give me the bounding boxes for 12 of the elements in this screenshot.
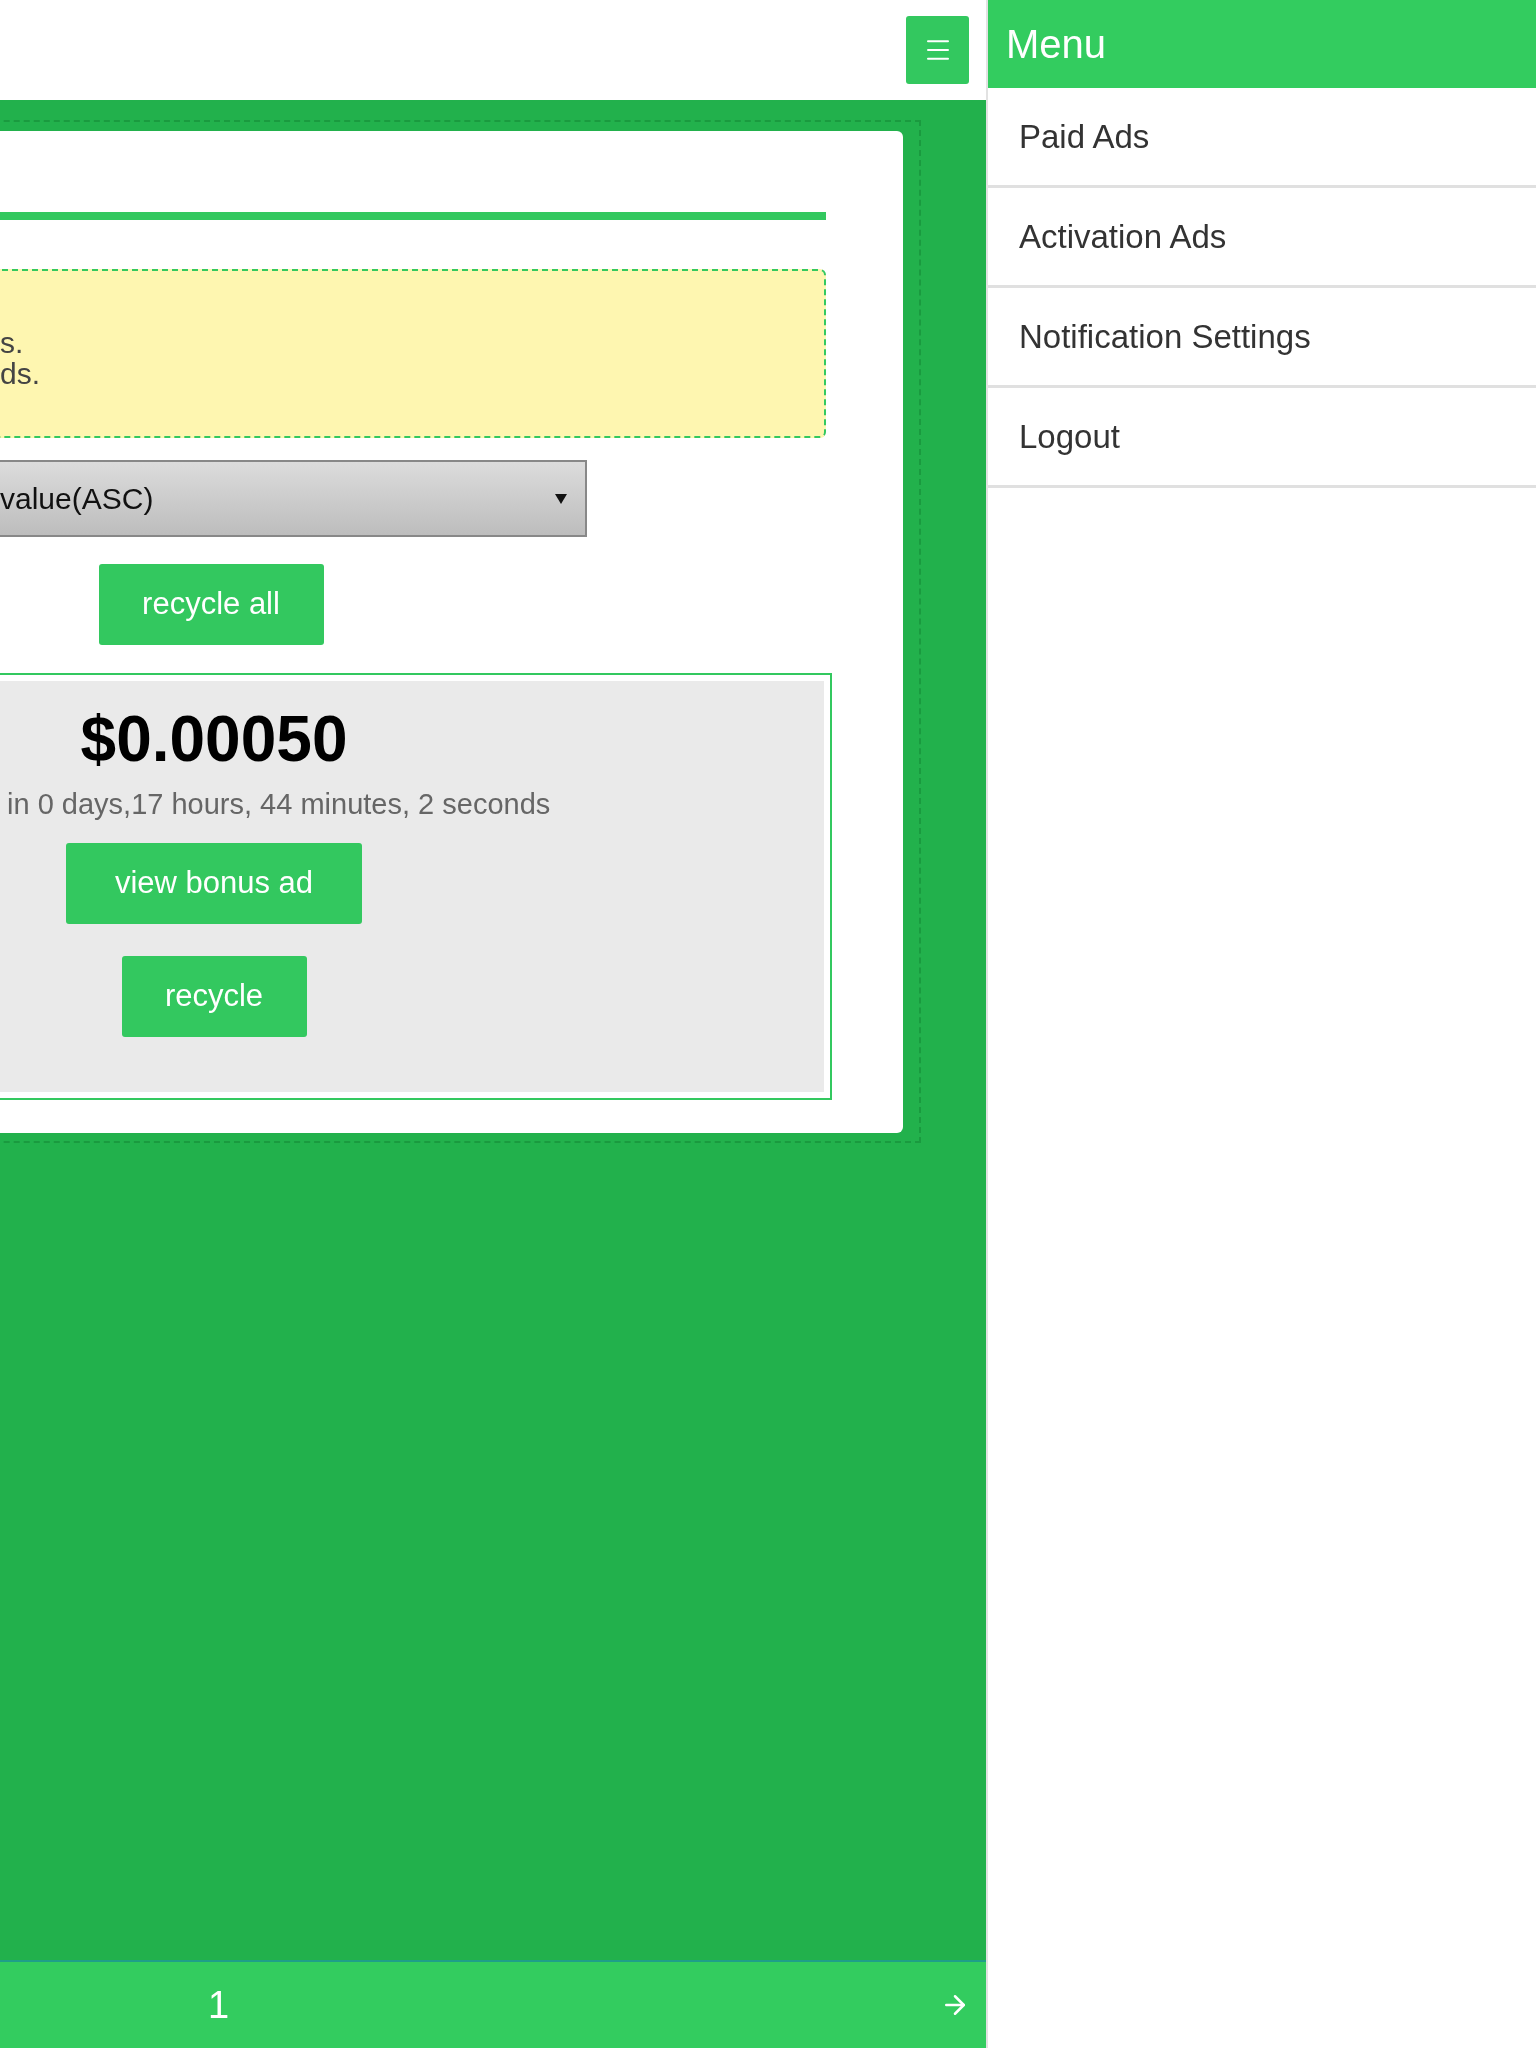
menu-title: Menu [1006,21,1107,68]
menu-button[interactable] [906,16,969,84]
menu-item[interactable]: Notification Settings [988,288,1536,388]
menu-item[interactable]: Logout [988,388,1536,488]
ad-price: $0.00050 [80,702,348,777]
notice-text: ds. [0,357,42,389]
menu-item[interactable]: Paid Ads [988,88,1536,188]
countdown-text: in 0 days,17 hours, 44 minutes, 2 seconds [7,788,551,820]
notice-text: s. [0,326,25,358]
dropdown-arrow-icon [555,493,567,504]
menu-item[interactable]: Activation Ads [988,188,1536,288]
sort-select[interactable]: value(ASC) [0,460,587,537]
